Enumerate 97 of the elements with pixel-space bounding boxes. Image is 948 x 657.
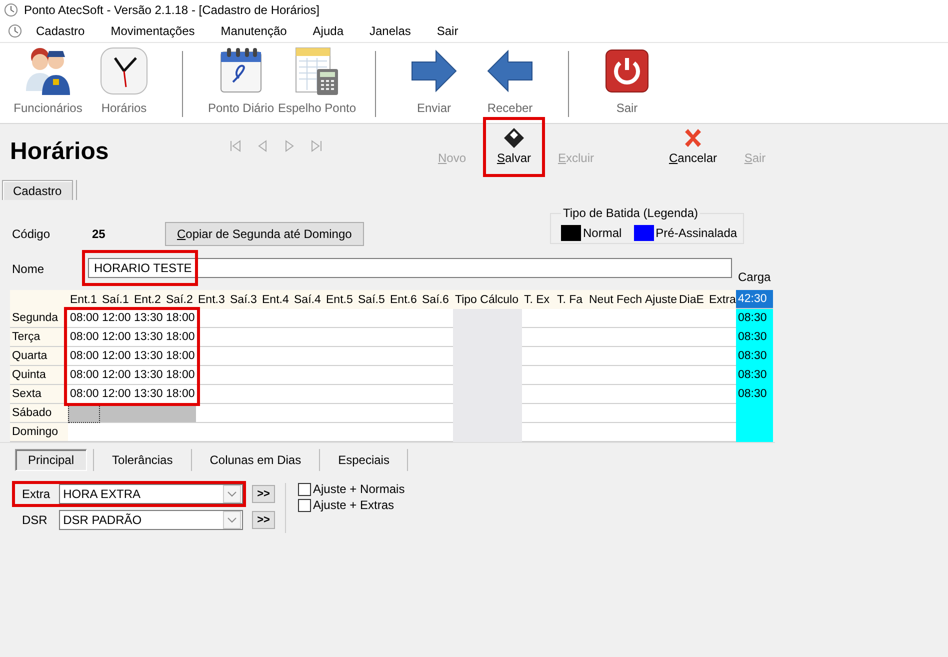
column-header: Extra xyxy=(707,290,736,309)
cancel-button[interactable]: Cancelar xyxy=(665,123,721,175)
legend-title: Tipo de Batida (Legenda) xyxy=(562,206,699,220)
toolbar-button[interactable]: Sair xyxy=(589,43,665,121)
table-cell xyxy=(736,423,773,442)
day-label: Quarta xyxy=(10,347,68,366)
toolbar-button[interactable]: Receber xyxy=(472,43,548,121)
legend-label: Normal xyxy=(583,226,622,240)
time-cell[interactable]: 18:00 xyxy=(164,309,196,328)
tab[interactable]: Cadastro xyxy=(2,180,73,200)
column-header: Ent.5 xyxy=(324,290,356,309)
menu-item[interactable]: Sair xyxy=(436,22,458,40)
hours-cell: 08:30 xyxy=(736,328,773,347)
menu-item[interactable]: Janelas xyxy=(370,22,411,40)
time-cell[interactable]: 08:00 xyxy=(68,328,100,347)
time-cell[interactable]: 12:00 xyxy=(100,309,132,328)
column-header: Ent.3 xyxy=(196,290,228,309)
time-cell[interactable]: 12:00 xyxy=(100,366,132,385)
time-cell[interactable]: 18:00 xyxy=(164,385,196,404)
legend-label: Pré-Assinalada xyxy=(656,226,738,240)
column-header: Neut Fech xyxy=(587,290,643,309)
tab[interactable]: Tolerâncias xyxy=(100,450,185,470)
more-button[interactable]: >> xyxy=(252,511,275,529)
time-cell[interactable]: 13:30 xyxy=(132,309,164,328)
day-label: Domingo xyxy=(10,423,68,442)
time-cell[interactable]: 08:00 xyxy=(68,347,100,366)
dropdown-field[interactable]: DSR PADRÃO xyxy=(59,510,243,530)
window-title: Ponto AtecSoft - Versão 2.1.18 - [Cadastro de Horários] xyxy=(24,3,320,17)
column-header: Saí.4 xyxy=(292,290,324,309)
field-label: Extra xyxy=(21,487,52,501)
copy-button[interactable]: Copiar de Segunda até Domingo xyxy=(165,222,364,246)
column-header: Ajuste xyxy=(643,290,677,309)
field-label: Código xyxy=(12,227,52,241)
day-label: Sábado xyxy=(10,404,68,423)
field-label: Nome xyxy=(12,261,46,276)
dropdown-field[interactable]: HORA EXTRA xyxy=(59,484,243,504)
name-field[interactable]: HORARIO TESTE xyxy=(88,258,732,278)
app-menu-icon xyxy=(8,24,22,38)
time-cell[interactable]: 12:00 xyxy=(100,347,132,366)
checkbox-label: Ajuste + Normais xyxy=(313,482,405,496)
column-header: Ent.6 xyxy=(388,290,420,309)
time-cell[interactable]: 08:00 xyxy=(68,385,100,404)
day-label: Sexta xyxy=(10,385,68,404)
hours-cell: 08:30 xyxy=(736,366,773,385)
column-header: T. Fa xyxy=(555,290,587,309)
app-icon xyxy=(4,3,18,17)
toolbar-button[interactable]: Enviar xyxy=(396,43,472,121)
total-hours: 42:30 xyxy=(736,290,773,309)
day-label: Terça xyxy=(10,328,68,347)
column-header: DiaE xyxy=(677,290,707,309)
column-header: Saí.6 xyxy=(420,290,453,309)
table-cell xyxy=(453,309,522,328)
time-cell[interactable]: 12:00 xyxy=(100,328,132,347)
menu-item[interactable]: Ajuda xyxy=(312,22,344,40)
day-label: Segunda xyxy=(10,309,68,328)
column-header: Tipo Cálculo xyxy=(453,290,522,309)
page-title: Horários xyxy=(9,137,110,167)
checkbox[interactable] xyxy=(298,482,311,496)
toolbar-button[interactable]: Funcionários xyxy=(10,43,86,121)
checkbox-label: Ajuste + Extras xyxy=(313,498,394,512)
column-header: Saí.5 xyxy=(356,290,388,309)
menu-item[interactable]: Movimentações xyxy=(110,22,195,40)
right-arrow-icon xyxy=(410,49,458,93)
carga-label: Carga xyxy=(737,269,771,284)
time-cell[interactable]: 18:00 xyxy=(164,347,196,366)
time-cell[interactable]: 13:30 xyxy=(132,385,164,404)
column-header: Saí.3 xyxy=(228,290,260,309)
tab[interactable]: Especiais xyxy=(326,450,402,470)
time-cell[interactable]: 13:30 xyxy=(132,347,164,366)
table-cell xyxy=(453,423,522,442)
day-label: Quinta xyxy=(10,366,68,385)
hours-cell: 08:30 xyxy=(736,385,773,404)
time-cell[interactable]: 18:00 xyxy=(164,328,196,347)
column-header: Ent.4 xyxy=(260,290,292,309)
field-label: DSR xyxy=(21,513,48,527)
toolbar-button[interactable]: Ponto Diário xyxy=(203,43,279,121)
power-icon xyxy=(604,48,650,94)
checkbox[interactable] xyxy=(298,498,311,512)
time-cell[interactable]: 13:30 xyxy=(132,328,164,347)
time-cell[interactable]: 18:00 xyxy=(164,366,196,385)
hours-cell: 08:30 xyxy=(736,309,773,328)
tab[interactable]: Principal xyxy=(15,449,88,471)
more-button[interactable]: >> xyxy=(252,485,275,503)
time-cell[interactable]: 08:00 xyxy=(68,366,100,385)
toolbar-button[interactable]: Espelho Ponto xyxy=(279,43,355,121)
menu-item[interactable]: Cadastro xyxy=(36,22,85,40)
code-value: 25 xyxy=(92,227,106,241)
hours-cell: 08:30 xyxy=(736,347,773,366)
left-arrow-icon xyxy=(486,49,534,93)
column-header: T. Ex xyxy=(522,290,555,309)
menu-item[interactable]: Manutenção xyxy=(220,22,287,40)
toolbar-button[interactable]: Horários xyxy=(86,43,162,121)
time-cell[interactable]: 13:30 xyxy=(132,366,164,385)
save-button[interactable]: Salvar xyxy=(486,123,542,175)
time-cell[interactable]: 08:00 xyxy=(68,309,100,328)
time-cell[interactable]: 12:00 xyxy=(100,385,132,404)
tab[interactable]: Colunas em Dias xyxy=(198,450,314,470)
